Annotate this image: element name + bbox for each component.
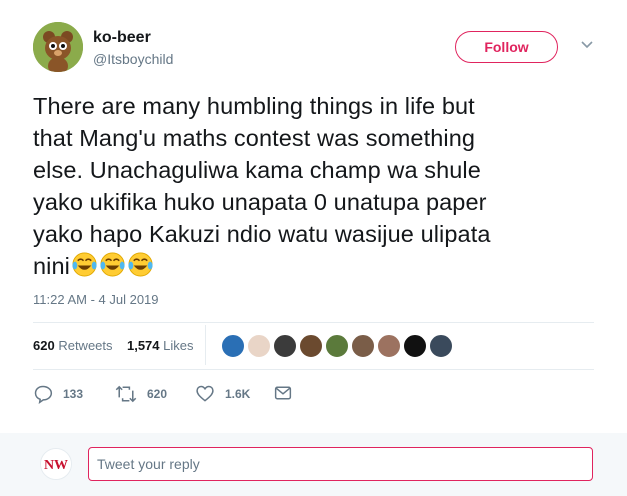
tweet-stats: 620 Retweets 1,574 Likes xyxy=(33,338,194,353)
tweet-timestamp[interactable]: 11:22 AM - 4 Jul 2019 xyxy=(33,292,159,307)
liker-avatar[interactable] xyxy=(403,334,427,358)
retweet-count: 620 xyxy=(147,387,168,401)
tweet-line: There are many humbling things in life b… xyxy=(33,93,475,119)
chevron-down-icon[interactable] xyxy=(578,36,596,54)
tears-of-joy-emoji-icon xyxy=(72,252,97,277)
tweet-line: yako hapo Kakuzi ndio watu wasijue ulipa… xyxy=(33,221,491,247)
reply-icon xyxy=(34,385,53,404)
divider xyxy=(33,322,594,323)
tweet-line-last: nini xyxy=(33,250,603,282)
liker-avatar[interactable] xyxy=(429,334,453,358)
retweet-action[interactable]: 620 xyxy=(115,384,167,404)
reply-input[interactable] xyxy=(88,447,593,481)
heart-icon xyxy=(196,385,214,402)
tweet-line: yako ukifika huko unapata 0 unatupa pape… xyxy=(33,189,487,215)
liker-avatar[interactable] xyxy=(273,334,297,358)
tweet-text: There are many humbling things in life b… xyxy=(33,90,603,282)
liker-avatar[interactable] xyxy=(247,334,271,358)
like-action[interactable]: 1.6K xyxy=(195,384,250,404)
liker-avatar[interactable] xyxy=(351,334,375,358)
tweet-line: nini xyxy=(33,253,70,279)
direct-message-action[interactable] xyxy=(274,384,302,402)
retweets-count: 620 xyxy=(33,338,55,353)
divider xyxy=(33,369,594,370)
author-handle[interactable]: @Itsboychild xyxy=(93,51,173,67)
retweet-icon xyxy=(115,385,137,403)
current-user-avatar[interactable]: NW xyxy=(40,448,72,480)
envelope-icon xyxy=(274,386,292,400)
stats-separator xyxy=(205,325,206,365)
liker-avatar[interactable] xyxy=(299,334,323,358)
liker-avatar[interactable] xyxy=(377,334,401,358)
likes-stat[interactable]: 1,574 Likes xyxy=(127,338,194,353)
liker-avatar[interactable] xyxy=(221,334,245,358)
follow-button[interactable]: Follow xyxy=(455,31,558,63)
cartoon-bear-icon xyxy=(33,22,83,72)
retweets-label: Retweets xyxy=(58,338,113,353)
like-count: 1.6K xyxy=(225,387,251,401)
reply-count: 133 xyxy=(63,387,84,401)
tweet-header: ko-beer @Itsboychild Follow xyxy=(33,22,627,78)
tweet-line: else. Unachaguliwa kama champ wa shule xyxy=(33,157,481,183)
liker-avatar[interactable] xyxy=(325,334,349,358)
author-name[interactable]: ko-beer xyxy=(93,29,151,47)
likes-count: 1,574 xyxy=(126,338,160,353)
nw-logo-icon: NW xyxy=(41,449,71,479)
likes-label: Likes xyxy=(163,338,194,353)
reply-bar: NW xyxy=(0,433,627,496)
reply-action[interactable]: 133 xyxy=(33,384,83,404)
tweet-line: that Mang'u maths contest was something xyxy=(33,125,476,151)
reply-avatar-text: NW xyxy=(44,458,68,473)
retweets-stat[interactable]: 620 Retweets xyxy=(33,338,113,353)
tears-of-joy-emoji-icon xyxy=(100,252,125,277)
tears-of-joy-emoji-icon xyxy=(128,252,153,277)
author-avatar[interactable] xyxy=(33,22,83,72)
